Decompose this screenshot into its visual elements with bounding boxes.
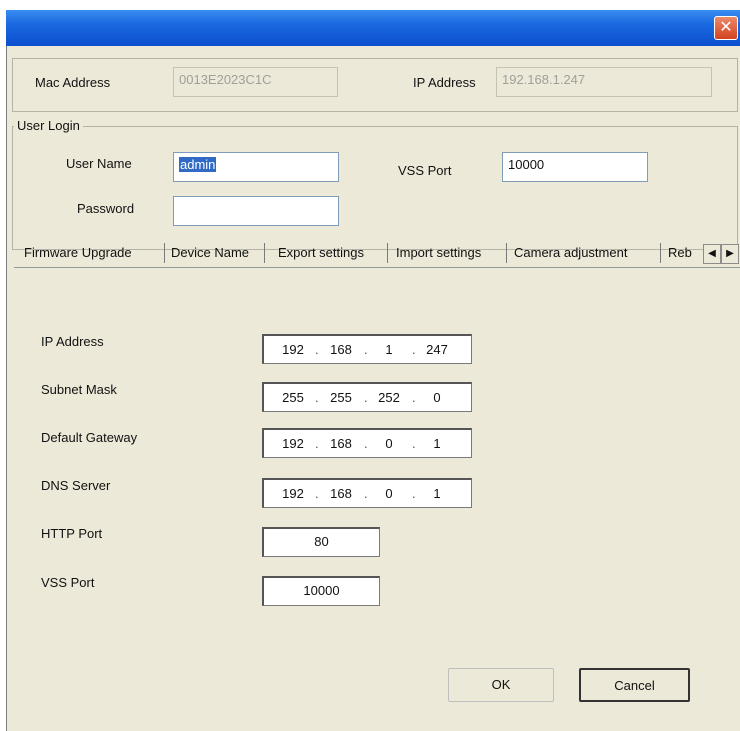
tab-strip: Firmware Upgrade Device Name Export sett… [14, 240, 740, 268]
ip-octet: 1 [433, 436, 441, 451]
arrow-left-icon: ◀ [708, 248, 716, 259]
ip-dot: . [315, 342, 319, 357]
subnet-mask-input[interactable]: 255 . 255 . 252 . 0 [262, 382, 472, 412]
ip-dot: . [364, 390, 368, 405]
username-label: User Name [66, 156, 132, 171]
ip-octet: 0 [433, 390, 441, 405]
ip-dot: . [412, 486, 416, 501]
ip-octet: 255 [282, 390, 304, 405]
default-gateway-label: Default Gateway [41, 430, 138, 445]
cancel-button[interactable]: Cancel [579, 668, 690, 702]
tab-export-settings[interactable]: Export settings [278, 240, 364, 266]
ip-address-field: 192.168.1.247 [496, 67, 712, 97]
ip-octet: 1 [433, 486, 441, 501]
tab-separator [164, 243, 165, 263]
net-ip-address-label: IP Address [41, 334, 104, 349]
user-login-group [12, 126, 738, 250]
username-input[interactable]: admin [173, 152, 339, 182]
tab-device-name[interactable]: Device Name [171, 240, 249, 266]
username-value: admin [179, 157, 217, 172]
ip-dot: . [412, 436, 416, 451]
http-port-label: HTTP Port [41, 526, 103, 541]
ip-octet: 0 [385, 486, 393, 501]
http-port-value: 80 [314, 534, 329, 549]
ip-dot: . [315, 436, 319, 451]
ip-dot: . [315, 390, 319, 405]
ip-octet: 192 [282, 436, 304, 451]
tab-firmware-upgrade[interactable]: Firmware Upgrade [24, 240, 132, 266]
tab-separator [660, 243, 661, 263]
ok-button[interactable]: OK [448, 668, 554, 702]
vss-port-input[interactable]: 10000 [262, 576, 380, 606]
dns-server-label: DNS Server [41, 478, 111, 493]
login-vss-port-label: VSS Port [398, 163, 452, 178]
ip-octet: 168 [330, 342, 352, 357]
ip-dot: . [364, 486, 368, 501]
ip-octet: 247 [426, 342, 448, 357]
vss-port-label: VSS Port [41, 575, 95, 590]
ip-dot: . [412, 390, 416, 405]
tab-camera-adjustment[interactable]: Camera adjustment [514, 240, 627, 266]
ip-octet: 168 [330, 486, 352, 501]
ip-octet: 255 [330, 390, 352, 405]
user-login-group-title: User Login [14, 118, 83, 133]
default-gateway-input[interactable]: 192 . 168 . 0 . 1 [262, 428, 472, 458]
ip-dot: . [364, 436, 368, 451]
ip-dot: . [364, 342, 368, 357]
arrow-right-icon: ▶ [726, 248, 734, 259]
ip-address-label: IP Address [413, 75, 476, 90]
net-ip-address-input[interactable]: 192 . 168 . 1 . 247 [262, 334, 472, 364]
http-port-input[interactable]: 80 [262, 527, 380, 557]
login-vss-port-input[interactable]: 10000 [502, 152, 648, 182]
tab-separator [506, 243, 507, 263]
tab-import-settings[interactable]: Import settings [396, 240, 481, 266]
password-input[interactable] [173, 196, 339, 226]
ip-dot: . [315, 486, 319, 501]
ip-dot: . [412, 342, 416, 357]
close-icon: ✕ [719, 19, 733, 36]
ip-octet: 192 [282, 486, 304, 501]
tab-scroll-left-button[interactable]: ◀ [703, 244, 721, 264]
ip-octet: 252 [378, 390, 400, 405]
ip-octet: 168 [330, 436, 352, 451]
ip-octet: 1 [385, 342, 393, 357]
title-bar [6, 10, 740, 46]
mac-address-field: 0013E2023C1C [173, 67, 338, 97]
mac-address-label: Mac Address [35, 75, 111, 90]
tab-reboot[interactable]: Reb [668, 240, 692, 266]
close-button[interactable]: ✕ [714, 16, 738, 40]
tab-separator [387, 243, 388, 263]
password-label: Password [77, 201, 135, 216]
dns-server-input[interactable]: 192 . 168 . 0 . 1 [262, 478, 472, 508]
vss-port-value: 10000 [303, 583, 340, 598]
tab-scroll-right-button[interactable]: ▶ [721, 244, 739, 264]
subnet-mask-label: Subnet Mask [41, 382, 117, 397]
tab-separator [264, 243, 265, 263]
ip-octet: 0 [385, 436, 393, 451]
ip-octet: 192 [282, 342, 304, 357]
